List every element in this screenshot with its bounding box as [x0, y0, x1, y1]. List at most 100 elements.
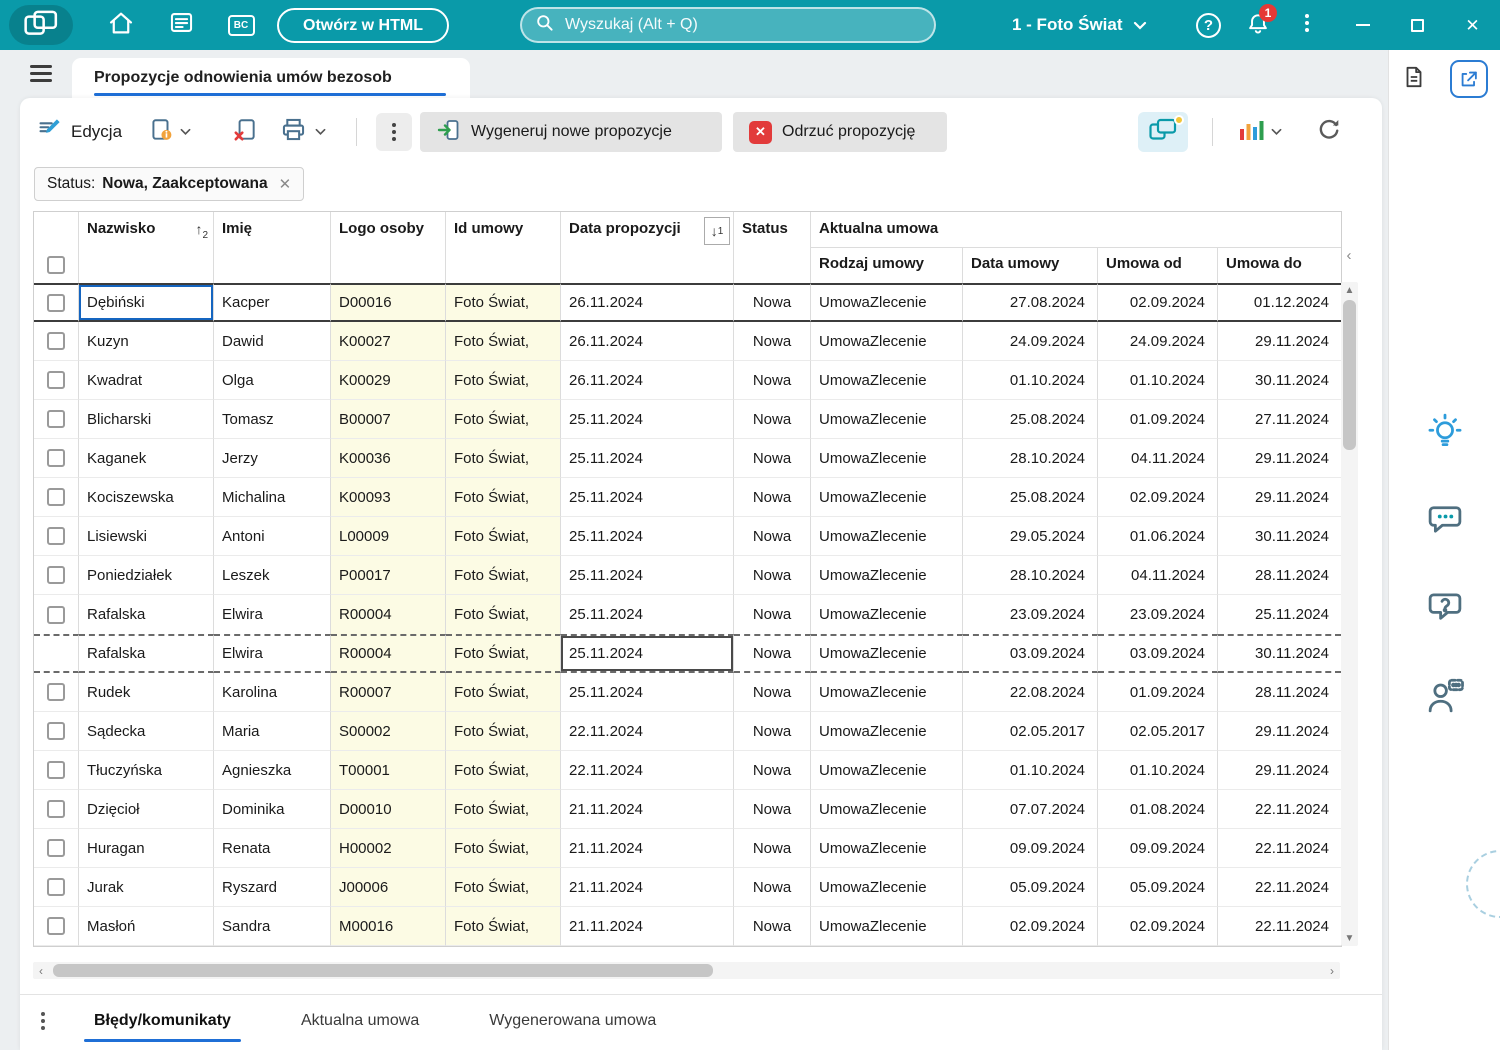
header-data-umowy[interactable]: Data umowy — [963, 248, 1098, 283]
cell-data-propozycji[interactable]: 25.11.2024 — [561, 517, 734, 556]
table-row[interactable]: Kociszewska Michalina K00093 Foto Świat, 25.… — [34, 478, 1341, 517]
header-umowa-od[interactable]: Umowa od — [1098, 248, 1218, 283]
cell-nazwisko[interactable]: Rafalska — [79, 595, 214, 634]
cell-id-umowy[interactable]: Foto Świat, — [446, 556, 561, 595]
cell-imie[interactable]: Ryszard — [214, 868, 331, 907]
cell-nazwisko[interactable]: Kociszewska — [79, 478, 214, 517]
cell-umowa-do[interactable]: 29.11.2024 — [1218, 751, 1341, 790]
global-search[interactable] — [520, 7, 936, 43]
cell-umowa-od[interactable]: 09.09.2024 — [1098, 829, 1218, 868]
cell-umowa-od[interactable]: 02.05.2017 — [1098, 712, 1218, 751]
cell-rodzaj[interactable]: UmowaZlecenie — [811, 439, 963, 478]
cell-umowa-do[interactable]: 29.11.2024 — [1218, 478, 1341, 517]
cell-status[interactable]: Nowa — [734, 829, 811, 868]
cell-logo[interactable]: H00002 — [331, 829, 446, 868]
sort-descending-icon[interactable]: ↓ 1 — [704, 217, 730, 245]
cell-data-propozycji[interactable]: 25.11.2024 — [561, 478, 734, 517]
cell-data-umowy[interactable]: 25.08.2024 — [963, 400, 1098, 439]
cell-status[interactable]: Nowa — [734, 712, 811, 751]
row-select-cell[interactable] — [34, 283, 79, 322]
cell-umowa-do[interactable]: 30.11.2024 — [1218, 361, 1341, 400]
cell-id-umowy[interactable]: Foto Świat, — [446, 634, 561, 673]
cell-imie[interactable]: Elwira — [214, 595, 331, 634]
sort-ascending-icon[interactable]: ↑2 — [195, 221, 208, 241]
cell-status[interactable]: Nowa — [734, 322, 811, 361]
cell-id-umowy[interactable]: Foto Świat, — [446, 907, 561, 946]
cell-data-propozycji[interactable]: 25.11.2024 — [561, 634, 734, 673]
cell-data-umowy[interactable]: 27.08.2024 — [963, 283, 1098, 322]
cell-id-umowy[interactable]: Foto Świat, — [446, 322, 561, 361]
company-selector[interactable]: 1 - Foto Świat — [1012, 0, 1147, 50]
cell-status[interactable]: Nowa — [734, 907, 811, 946]
cell-logo[interactable]: K00029 — [331, 361, 446, 400]
idea-lightbulb-button[interactable] — [1423, 410, 1467, 454]
cell-data-propozycji[interactable]: 22.11.2024 — [561, 751, 734, 790]
table-row[interactable]: Dzięcioł Dominika D00010 Foto Świat, 21.11.2… — [34, 790, 1341, 829]
cell-logo[interactable]: M00016 — [331, 907, 446, 946]
cell-data-umowy[interactable]: 07.07.2024 — [963, 790, 1098, 829]
cell-imie[interactable]: Dominika — [214, 790, 331, 829]
row-checkbox[interactable] — [47, 839, 65, 858]
horizontal-scroll-thumb[interactable] — [53, 964, 713, 977]
cell-umowa-od[interactable]: 01.10.2024 — [1098, 751, 1218, 790]
cell-status[interactable]: Nowa — [734, 283, 811, 322]
cell-nazwisko[interactable]: Huragan — [79, 829, 214, 868]
menu-hamburger-button[interactable] — [30, 65, 52, 82]
table-row[interactable]: Huragan Renata H00002 Foto Świat, 21.11.2024… — [34, 829, 1341, 868]
cell-imie[interactable]: Antoni — [214, 517, 331, 556]
scroll-up-arrow[interactable]: ▲ — [1341, 282, 1358, 298]
scroll-right-arrow[interactable]: › — [1324, 962, 1340, 979]
table-row[interactable]: Rudek Karolina R00007 Foto Świat, 25.11.2024… — [34, 673, 1341, 712]
cell-umowa-do[interactable]: 22.11.2024 — [1218, 790, 1341, 829]
cell-data-umowy[interactable]: 23.09.2024 — [963, 595, 1098, 634]
header-data-propozycji[interactable]: Data propozycji ↓ 1 — [561, 212, 734, 283]
row-checkbox[interactable] — [47, 761, 65, 780]
row-select-cell[interactable] — [34, 400, 79, 439]
cell-data-propozycji[interactable]: 25.11.2024 — [561, 400, 734, 439]
row-checkbox[interactable] — [47, 605, 65, 624]
bottom-tab-2[interactable]: Wygenerowana umowa — [461, 995, 684, 1046]
header-status[interactable]: Status — [734, 212, 811, 283]
cell-id-umowy[interactable]: Foto Świat, — [446, 751, 561, 790]
cell-rodzaj[interactable]: UmowaZlecenie — [811, 517, 963, 556]
select-all-header[interactable] — [34, 212, 79, 283]
help-chat-button[interactable] — [1423, 586, 1467, 630]
row-select-cell[interactable] — [34, 517, 79, 556]
cell-logo[interactable]: K00036 — [331, 439, 446, 478]
cell-id-umowy[interactable]: Foto Świat, — [446, 439, 561, 478]
cell-rodzaj[interactable]: UmowaZlecenie — [811, 868, 963, 907]
cell-data-umowy[interactable]: 01.10.2024 — [963, 361, 1098, 400]
row-checkbox[interactable] — [47, 332, 65, 351]
row-checkbox[interactable] — [47, 878, 65, 897]
cell-imie[interactable]: Kacper — [214, 283, 331, 322]
cell-nazwisko[interactable]: Rudek — [79, 673, 214, 712]
collapse-columns-chevron[interactable]: ‹ — [1340, 240, 1358, 270]
cell-nazwisko[interactable]: Jurak — [79, 868, 214, 907]
refresh-button[interactable] — [1316, 108, 1342, 156]
cell-umowa-do[interactable]: 28.11.2024 — [1218, 673, 1341, 712]
header-id-umowy[interactable]: Id umowy — [446, 212, 561, 283]
table-row[interactable]: Tłuczyńska Agnieszka T00001 Foto Świat, 22.1… — [34, 751, 1341, 790]
cell-logo[interactable]: R00004 — [331, 634, 446, 673]
search-input[interactable] — [565, 16, 921, 34]
status-filter-chip[interactable]: Status: Nowa, Zaakceptowana ✕ — [34, 167, 305, 201]
notifications-button[interactable]: 1 — [1245, 4, 1277, 39]
row-select-cell[interactable] — [34, 907, 79, 946]
delete-document-button[interactable] — [232, 108, 258, 156]
table-row[interactable]: Rafalska Elwira R00004 Foto Świat, 25.11.202… — [34, 634, 1341, 673]
row-select-cell[interactable] — [34, 634, 79, 673]
cell-umowa-od[interactable]: 02.09.2024 — [1098, 907, 1218, 946]
cell-data-umowy[interactable]: 28.10.2024 — [963, 439, 1098, 478]
cell-nazwisko[interactable]: Dębiński — [79, 283, 214, 322]
cell-logo[interactable]: P00017 — [331, 556, 446, 595]
print-button[interactable] — [280, 108, 326, 156]
row-checkbox[interactable] — [47, 800, 65, 819]
cell-imie[interactable]: Olga — [214, 361, 331, 400]
cell-umowa-od[interactable]: 01.06.2024 — [1098, 517, 1218, 556]
cell-status[interactable]: Nowa — [734, 517, 811, 556]
cell-rodzaj[interactable]: UmowaZlecenie — [811, 595, 963, 634]
minimize-button[interactable] — [1335, 0, 1390, 50]
cell-data-propozycji[interactable]: 25.11.2024 — [561, 673, 734, 712]
cell-nazwisko[interactable]: Tłuczyńska — [79, 751, 214, 790]
cell-data-umowy[interactable]: 09.09.2024 — [963, 829, 1098, 868]
